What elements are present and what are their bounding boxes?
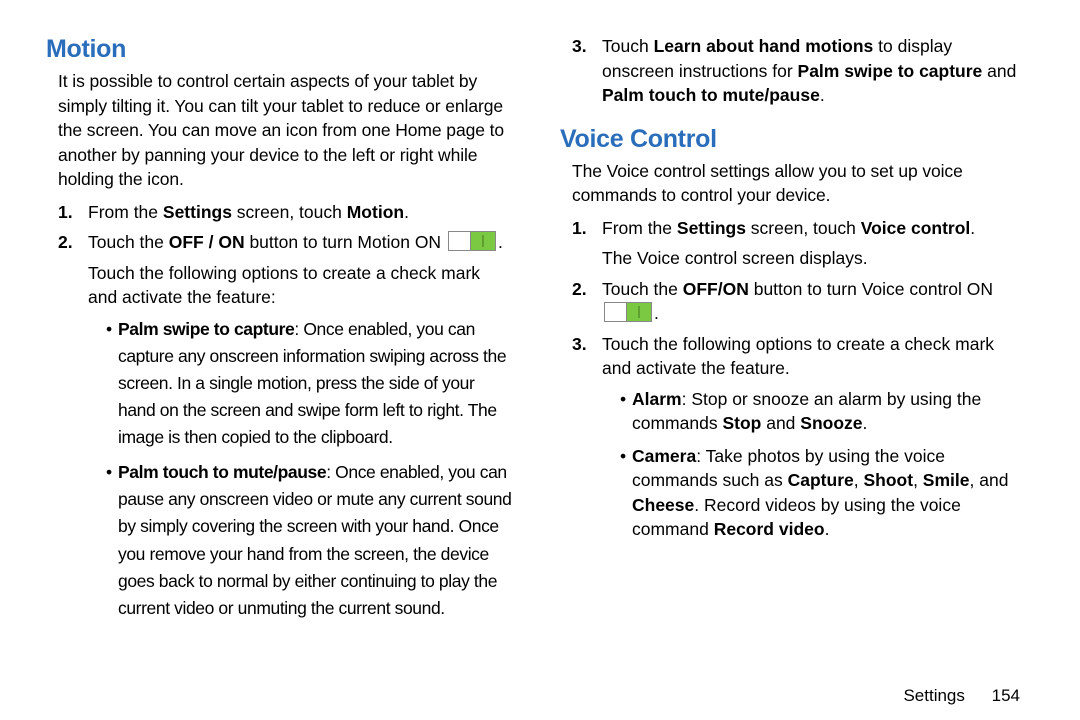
step-body: Touch Learn about hand motions to displa… — [602, 34, 1026, 108]
step-number: 2. — [572, 277, 587, 302]
bold-term: OFF/ON — [683, 279, 749, 299]
numbered-step: 2. Touch the OFF/ON button to turn Voice … — [572, 277, 1026, 326]
toggle-on-icon — [448, 231, 496, 251]
voice-control-heading: Voice Control — [560, 122, 1026, 157]
bold-term: Snooze — [800, 413, 862, 433]
step-text: Touch Learn about hand motions to displa… — [602, 34, 1026, 108]
bold-term: Record video — [714, 519, 825, 539]
numbered-step: 3. Touch the following options to create … — [572, 332, 1026, 542]
step-text: Touch the following options to create a … — [602, 332, 1026, 381]
step-text: Touch the OFF / ON button to turn Motion… — [88, 230, 512, 255]
bold-term: Camera — [632, 446, 696, 466]
bold-term: Settings — [677, 218, 746, 238]
step-number: 2. — [58, 230, 73, 255]
motion-steps-continued: 3. Touch Learn about hand motions to disp… — [572, 34, 1026, 108]
bold-term: Palm swipe to capture — [798, 61, 983, 81]
bold-term: Smile — [923, 470, 970, 490]
footer-section-label: Settings — [903, 686, 964, 705]
step-number: 1. — [572, 216, 587, 241]
bold-term: Shoot — [863, 470, 913, 490]
step-after-text: Touch the following options to create a … — [88, 261, 512, 310]
step-number: 3. — [572, 34, 587, 59]
numbered-step: 2. Touch the OFF / ON button to turn Moti… — [58, 230, 512, 622]
numbered-step: 1. From the Settings screen, touch Motion… — [58, 200, 512, 225]
bold-term: Learn about hand motions — [654, 36, 874, 56]
right-column: 3. Touch Learn about hand motions to disp… — [536, 30, 1026, 630]
step-number: 1. — [58, 200, 73, 225]
bullet-item: Camera: Take photos by using the voice c… — [620, 444, 1026, 542]
footer-page-number: 154 — [992, 686, 1020, 705]
step-after-text: The Voice control screen displays. — [602, 246, 1026, 271]
bold-term: OFF / ON — [169, 232, 245, 252]
step-text: Touch the OFF/ON button to turn Voice co… — [602, 277, 1026, 326]
step-body: Touch the OFF/ON button to turn Voice co… — [602, 277, 1026, 326]
step-number: 3. — [572, 332, 587, 357]
motion-heading: Motion — [46, 32, 512, 67]
step-body: Touch the following options to create a … — [602, 332, 1026, 542]
bold-term: Palm swipe to capture — [118, 319, 294, 339]
bullet-item: Palm touch to mute/pause: Once enabled, … — [106, 459, 512, 622]
bold-term: Palm touch to mute/pause — [118, 462, 326, 482]
step-text: From the Settings screen, touch Voice co… — [602, 216, 1026, 241]
bold-term: Voice control — [861, 218, 971, 238]
bold-term: Alarm — [632, 389, 682, 409]
bold-term: Motion — [347, 202, 404, 222]
bold-term: Settings — [163, 202, 232, 222]
bullet-item: Alarm: Stop or snooze an alarm by using … — [620, 387, 1026, 436]
step-body: From the Settings screen, touch Voice co… — [602, 216, 1026, 271]
toggle-on-icon — [604, 302, 652, 322]
bullet-item: Palm swipe to capture: Once enabled, you… — [106, 316, 512, 452]
step-text: From the Settings screen, touch Motion. — [88, 200, 512, 225]
motion-intro: It is possible to control certain aspect… — [58, 69, 512, 192]
voice-control-intro: The Voice control settings allow you to … — [572, 159, 1026, 208]
bold-term: Cheese — [632, 495, 694, 515]
bold-term: Palm touch to mute/pause — [602, 85, 820, 105]
numbered-step: 1. From the Settings screen, touch Voice … — [572, 216, 1026, 271]
manual-page: Motion It is possible to control certain… — [0, 0, 1080, 660]
numbered-step: 3. Touch Learn about hand motions to disp… — [572, 34, 1026, 108]
bullet-list: Alarm: Stop or snooze an alarm by using … — [602, 387, 1026, 542]
page-footer: Settings 154 — [903, 684, 1020, 708]
motion-steps: 1. From the Settings screen, touch Motion… — [58, 200, 512, 622]
bullet-list: Palm swipe to capture: Once enabled, you… — [88, 316, 512, 622]
bold-term: Capture — [788, 470, 854, 490]
step-body: From the Settings screen, touch Motion. — [88, 200, 512, 225]
bold-term: Stop — [722, 413, 761, 433]
step-body: Touch the OFF / ON button to turn Motion… — [88, 230, 512, 622]
voice-control-steps: 1. From the Settings screen, touch Voice … — [572, 216, 1026, 542]
left-column: Motion It is possible to control certain… — [46, 30, 536, 630]
